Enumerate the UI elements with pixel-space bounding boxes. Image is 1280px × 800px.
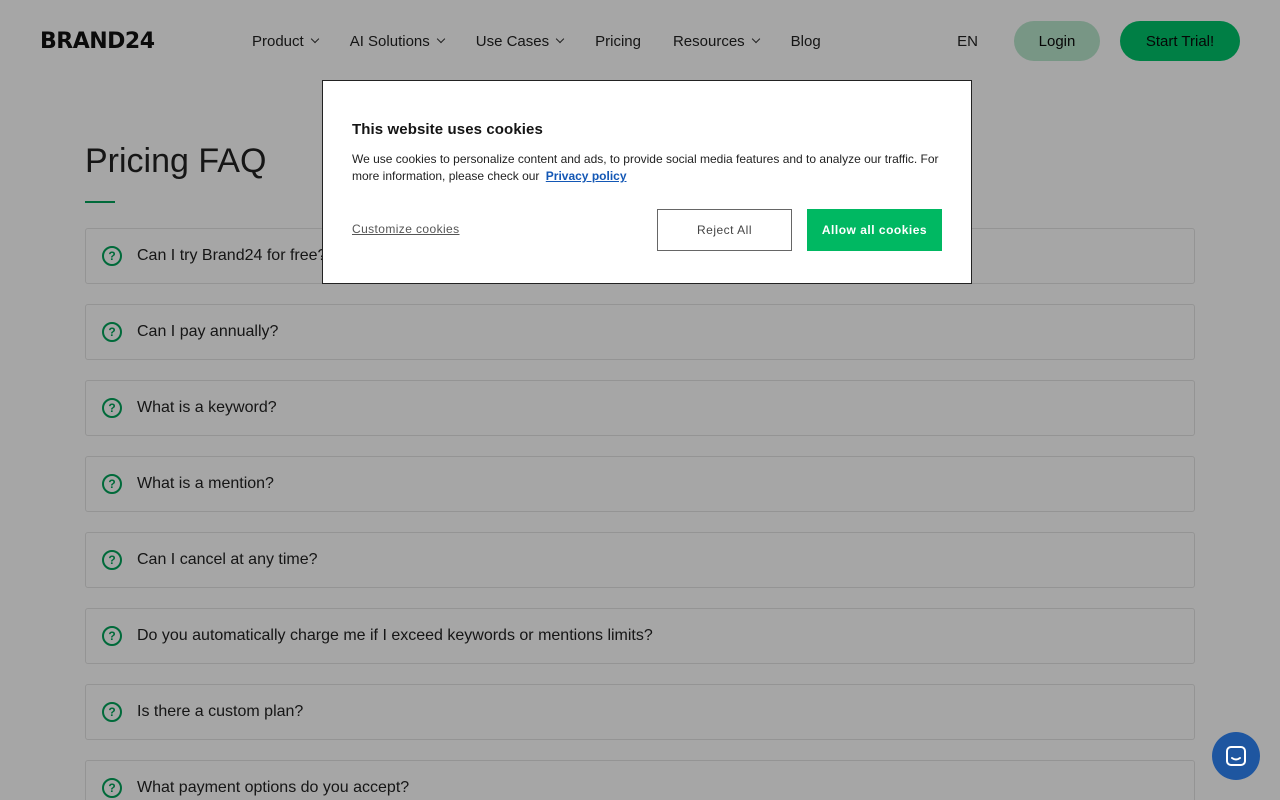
customize-cookies-link[interactable]: Customize cookies bbox=[352, 222, 460, 236]
chat-icon bbox=[1226, 746, 1246, 766]
privacy-policy-link[interactable]: Privacy policy bbox=[546, 169, 627, 183]
cookie-description-text: We use cookies to personalize content an… bbox=[352, 152, 939, 183]
chat-launcher-button[interactable] bbox=[1212, 732, 1260, 780]
cookie-dialog-title: This website uses cookies bbox=[352, 121, 543, 138]
allow-all-cookies-button[interactable]: Allow all cookies bbox=[807, 209, 942, 251]
cookie-dialog-description: We use cookies to personalize content an… bbox=[352, 151, 952, 185]
reject-all-button[interactable]: Reject All bbox=[657, 209, 792, 251]
cookie-consent-dialog: This website uses cookies We use cookies… bbox=[322, 80, 972, 284]
